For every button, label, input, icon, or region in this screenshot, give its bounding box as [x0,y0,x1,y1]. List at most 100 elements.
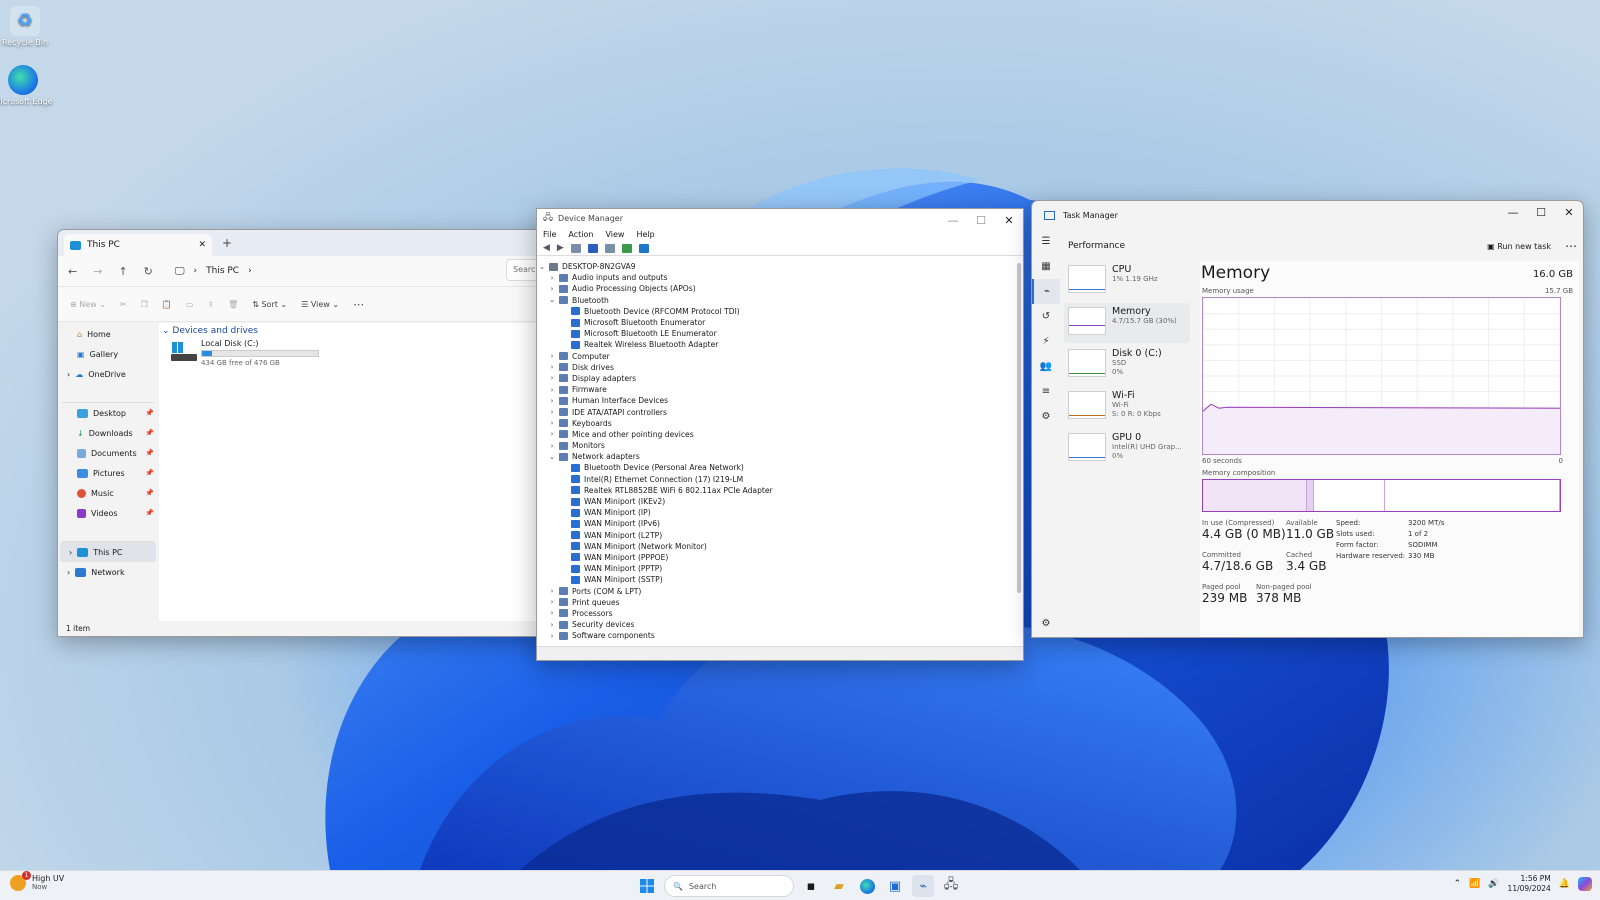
tree-root[interactable]: ⌄ DESKTOP-8N2GVA9 [537,261,1017,272]
tree-device[interactable]: WAN Miniport (IPv6) [537,518,1017,529]
properties-icon[interactable] [570,243,581,253]
nav-item-pictures[interactable]: Pictures 📌 [58,463,158,483]
tab-close-icon[interactable]: ✕ [198,240,206,250]
forward-arrow-icon[interactable]: → [93,265,102,278]
chevron-down-icon[interactable]: ⌄ [547,296,557,304]
view-button[interactable]: ☰ View ⌄ [301,300,339,309]
paste-icon[interactable]: 📋 [162,300,172,309]
nav-item-onedrive[interactable]: › ☁ OneDrive [58,364,158,384]
hamburger-icon[interactable]: ☰ [1032,229,1060,254]
store-icon[interactable]: ▣ [884,875,906,897]
rename-icon[interactable]: ▭ [186,300,194,309]
nav-item-downloads[interactable]: ↓ Downloads 📌 [58,423,158,443]
chevron-up-icon[interactable]: ⌃ [1454,879,1462,889]
tree-category[interactable]: › Ports (COM & LPT) [537,585,1017,596]
nav-item-music[interactable]: Music 📌 [58,483,158,503]
run-new-task-button[interactable]: ▣ Run new task [1487,242,1551,251]
tree-device[interactable]: WAN Miniport (PPTP) [537,563,1017,574]
tree-device[interactable]: Microsoft Bluetooth LE Enumerator [537,328,1017,339]
close-icon[interactable]: ✕ [1555,201,1583,223]
tree-device[interactable]: Microsoft Bluetooth Enumerator [537,317,1017,328]
processes-icon[interactable]: ▦ [1032,254,1060,279]
chevron-right-icon[interactable]: › [67,370,70,379]
section-header-devices[interactable]: ⌄ Devices and drives [162,326,258,336]
tree-device[interactable]: WAN Miniport (L2TP) [537,530,1017,541]
more-options-icon[interactable]: ⋯ [1565,239,1577,253]
chevron-right-icon[interactable]: › [547,632,557,640]
chevron-right-icon[interactable]: › [547,397,557,405]
drive-tile-c[interactable]: Local Disk (C:) 434 GB free of 476 GB [171,339,331,369]
tree-category[interactable]: › IDE ATA/ATAPI controllers [537,406,1017,417]
device-manager-taskbar-icon[interactable]: 🖧 [940,875,962,897]
clock[interactable]: 1:56 PM 11/09/2024 [1508,874,1551,894]
tree-category[interactable]: › Security devices [537,619,1017,630]
chevron-right-icon[interactable]: › [547,374,557,382]
nav-item-documents[interactable]: Documents 📌 [58,443,158,463]
tree-category[interactable]: › Keyboards [537,418,1017,429]
tree-device[interactable]: Bluetooth Device (RFCOMM Protocol TDI) [537,306,1017,317]
tree-category[interactable]: › Processors [537,608,1017,619]
menu-view[interactable]: View [605,230,624,239]
app-history-icon[interactable]: ↺ [1032,304,1060,329]
desktop-icon-edge[interactable]: Microsoft Edge [0,65,53,106]
chevron-right-icon[interactable]: › [67,568,70,577]
chevron-right-icon[interactable]: › [547,274,557,282]
tree-category[interactable]: › Disk drives [537,362,1017,373]
back-icon[interactable]: ◀ [543,243,550,253]
settings-icon[interactable]: ⚙ [1032,611,1060,636]
volume-icon[interactable]: 🔊 [1488,879,1499,889]
nav-item-this-pc[interactable]: › This PC [60,542,156,562]
close-icon[interactable]: ✕ [995,209,1023,231]
share-icon[interactable]: ⇪ [207,300,214,309]
tree-category[interactable]: › Monitors [537,440,1017,451]
resource-item[interactable]: Wi-Fi Wi-Fi S: 0 R: 0 Kbps [1064,387,1190,427]
minimize-icon[interactable]: — [939,209,967,231]
tree-category[interactable]: ⌄ Network adapters [537,451,1017,462]
vertical-scrollbar[interactable] [1017,263,1021,593]
monitor-icon[interactable] [638,243,649,253]
new-tab-icon[interactable]: + [222,236,232,250]
chevron-right-icon[interactable]: › [547,609,557,617]
chevron-right-icon[interactable]: › [547,598,557,606]
notification-bell-icon[interactable]: 🔔 [1559,879,1570,889]
tree-device[interactable]: Intel(R) Ethernet Connection (17) I219-L… [537,474,1017,485]
tree-device[interactable]: WAN Miniport (Network Monitor) [537,541,1017,552]
delete-icon[interactable]: 🗑 [228,300,238,309]
nav-item-gallery[interactable]: ▣ Gallery [58,344,158,364]
chevron-right-icon[interactable]: › [547,587,557,595]
chevron-right-icon[interactable]: › [547,621,557,629]
forward-icon[interactable]: ▶ [557,243,564,253]
weather-widget[interactable]: 1 High UV Now [10,870,64,891]
nav-item-home[interactable]: ⌂ Home [58,324,158,344]
address-bar[interactable]: 🖵 › This PC › [175,266,252,277]
desktop-icon-recycle-bin[interactable]: ♻ Recycle Bin [0,6,55,47]
tree-device[interactable]: WAN Miniport (SSTP) [537,574,1017,585]
chevron-right-icon[interactable]: › [69,548,72,557]
nav-item-desktop[interactable]: Desktop 📌 [58,403,158,423]
tree-category[interactable]: › Audio inputs and outputs [537,272,1017,283]
chevron-right-icon[interactable]: › [547,285,557,293]
startup-apps-icon[interactable]: ⚡ [1032,329,1060,354]
chevron-right-icon[interactable]: › [547,442,557,450]
task-view-icon[interactable]: ▪ [800,875,822,897]
tree-device[interactable]: Bluetooth Device (Personal Area Network) [537,462,1017,473]
copilot-icon[interactable] [1578,876,1592,891]
chevron-right-icon[interactable]: › [547,430,557,438]
breadcrumb[interactable]: This PC [206,266,239,276]
more-options-icon[interactable]: ⋯ [353,298,364,311]
scan-icon[interactable] [621,243,632,253]
menu-help[interactable]: Help [636,230,654,239]
file-explorer-icon[interactable]: ▰ [828,875,850,897]
back-arrow-icon[interactable]: ← [68,265,77,278]
tree-category[interactable]: › Software components [537,630,1017,641]
users-icon[interactable]: 👥 [1032,354,1060,379]
tree-device[interactable]: Realtek RTL8852BE WiFi 6 802.11ax PCIe A… [537,485,1017,496]
chevron-right-icon[interactable]: › [547,363,557,371]
chevron-down-icon[interactable]: ⌄ [547,453,557,461]
tree-category[interactable]: › Mice and other pointing devices [537,429,1017,440]
sort-button[interactable]: ⇅ Sort ⌄ [252,300,287,309]
minimize-icon[interactable]: — [1499,201,1527,223]
tree-category[interactable]: ⌄ Bluetooth [537,295,1017,306]
chevron-right-icon[interactable]: › [547,419,557,427]
cut-icon[interactable]: ✂ [120,300,127,309]
